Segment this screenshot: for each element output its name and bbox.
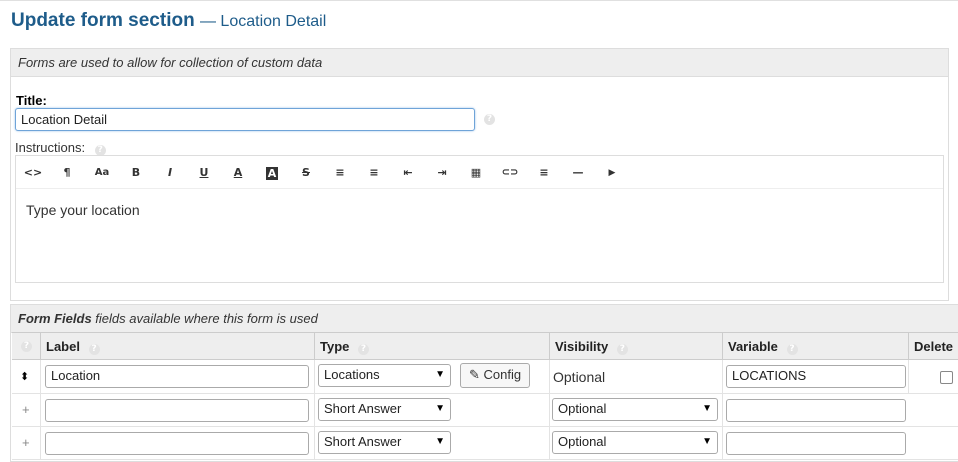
top-divider <box>0 0 958 1</box>
table-icon[interactable]: ▦ <box>466 165 486 181</box>
chevron-down-icon: ▼ <box>435 369 445 380</box>
column-label: Label ? <box>40 333 314 360</box>
order-help-icon[interactable]: ? <box>21 341 32 352</box>
table-row: + Short Answer ▼ Optional ▼ <box>12 394 958 427</box>
visibility-select-value: Optional <box>558 434 607 449</box>
type-select[interactable]: Short Answer ▼ <box>318 431 451 454</box>
font-color-icon[interactable]: A <box>228 165 248 181</box>
label-input[interactable] <box>45 399 309 422</box>
type-select-value: Short Answer <box>324 401 402 416</box>
type-select[interactable]: Short Answer ▼ <box>318 398 451 421</box>
config-button[interactable]: ✎ Config <box>460 363 531 388</box>
label-help-icon[interactable]: ? <box>88 344 100 355</box>
section-description: Forms are used to allow for collection o… <box>11 49 948 77</box>
delete-checkbox[interactable] <box>940 371 953 384</box>
strikethrough-icon[interactable]: S <box>296 165 316 181</box>
table-row: ⬍ Location Locations ▼ ✎ Config Optional… <box>12 360 958 394</box>
paragraph-icon[interactable]: ¶ <box>57 165 77 181</box>
type-select-value: Short Answer <box>324 434 402 449</box>
form-fields-heading-bold: Form Fields <box>18 311 92 326</box>
label-input[interactable] <box>45 432 309 455</box>
table-header-row: ? Label ? Type ? Visibility ? Variable ?… <box>12 332 958 360</box>
underline-icon[interactable]: U <box>194 165 214 181</box>
column-type-text: Type <box>320 339 350 354</box>
config-button-label: Config <box>483 367 522 382</box>
column-visibility: Visibility ? <box>549 333 722 360</box>
title-help-icon[interactable]: ? <box>484 114 495 125</box>
chevron-down-icon: ▼ <box>435 436 445 447</box>
add-row-icon[interactable]: + <box>22 402 30 417</box>
editor-toolbar: <> ¶ Aa B I U A A S ≡ ≡ ⇤ ⇥ ▦ ⊂⊃ ≡ — ▶ <box>16 156 943 189</box>
variable-input[interactable] <box>726 399 906 422</box>
instructions-label: Instructions: ? <box>15 140 106 156</box>
variable-input[interactable] <box>726 432 906 455</box>
chevron-down-icon: ▼ <box>435 403 445 414</box>
variable-input[interactable]: LOCATIONS <box>726 365 906 388</box>
italic-icon[interactable]: I <box>160 165 180 181</box>
variable-help-icon[interactable]: ? <box>786 344 798 355</box>
font-size-icon[interactable]: Aa <box>92 165 112 181</box>
indent-icon[interactable]: ⇥ <box>432 165 452 181</box>
visibility-select-value: Optional <box>558 401 607 416</box>
page-title: Update form section — Location Detail <box>11 10 326 32</box>
type-help-icon[interactable]: ? <box>358 344 370 355</box>
column-variable-text: Variable <box>728 339 778 354</box>
column-visibility-text: Visibility <box>555 339 609 354</box>
table-row: + Short Answer ▼ Optional ▼ <box>12 427 958 460</box>
visibility-help-icon[interactable]: ? <box>616 344 628 355</box>
visibility-value: Optional <box>553 369 606 385</box>
bold-icon[interactable]: B <box>126 165 146 181</box>
horizontal-rule-icon[interactable]: — <box>568 165 588 181</box>
page-title-text: Update form section <box>11 10 195 31</box>
add-row-icon[interactable]: + <box>22 435 30 450</box>
visibility-select[interactable]: Optional ▼ <box>552 431 718 454</box>
chevron-down-icon: ▼ <box>702 436 712 447</box>
outdent-icon[interactable]: ⇤ <box>398 165 418 181</box>
edit-icon: ✎ <box>469 367 480 382</box>
label-input[interactable]: Location <box>45 365 309 388</box>
video-icon[interactable]: ▶ <box>602 165 622 181</box>
column-delete: Delete <box>908 333 958 360</box>
title-label: Title: <box>16 93 47 108</box>
drag-handle-icon[interactable]: ⬍ <box>20 370 29 383</box>
align-icon[interactable]: ≡ <box>534 165 554 181</box>
form-fields-heading-text: fields available where this form is used <box>91 311 318 326</box>
visibility-select[interactable]: Optional ▼ <box>552 398 718 421</box>
column-label-text: Label <box>46 339 80 354</box>
editor-content[interactable]: Type your location <box>16 189 943 231</box>
instructions-label-text: Instructions: <box>15 140 86 155</box>
chevron-down-icon: ▼ <box>702 403 712 414</box>
instructions-editor: <> ¶ Aa B I U A A S ≡ ≡ ⇤ ⇥ ▦ ⊂⊃ ≡ — ▶ T… <box>15 155 944 283</box>
column-type: Type ? <box>314 333 549 360</box>
form-fields-heading: Form Fields fields available where this … <box>11 305 958 333</box>
bullet-list-icon[interactable]: ≡ <box>330 165 350 181</box>
page-subtitle: — Location Detail <box>199 13 327 30</box>
highlight-icon[interactable]: A <box>266 167 278 180</box>
type-select-value: Locations <box>324 367 380 382</box>
link-icon[interactable]: ⊂⊃ <box>500 165 520 181</box>
type-select[interactable]: Locations ▼ <box>318 364 451 387</box>
column-variable: Variable ? <box>722 333 908 360</box>
code-view-icon[interactable]: <> <box>23 165 43 181</box>
title-input[interactable] <box>15 108 475 131</box>
numbered-list-icon[interactable]: ≡ <box>364 165 384 181</box>
